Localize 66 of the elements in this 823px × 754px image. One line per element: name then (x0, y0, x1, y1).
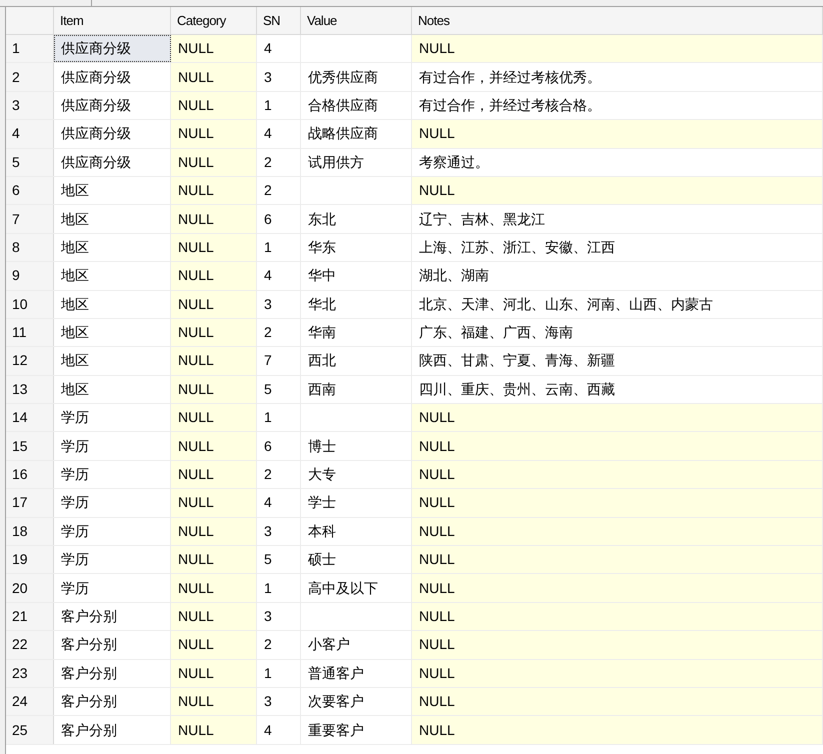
row-number[interactable]: 7 (6, 205, 54, 233)
row-number[interactable]: 22 (6, 631, 54, 659)
row-number[interactable]: 5 (6, 148, 54, 176)
table-cell[interactable]: NULL (171, 234, 257, 262)
table-cell[interactable]: NULL (412, 574, 823, 602)
table-cell[interactable]: NULL (412, 631, 823, 659)
table-cell[interactable]: NULL (412, 404, 823, 432)
table-cell[interactable]: NULL (171, 688, 257, 716)
row-number[interactable]: 14 (6, 404, 54, 432)
table-cell[interactable]: NULL (412, 120, 823, 148)
table-cell[interactable]: NULL (171, 376, 257, 404)
row-number[interactable]: 17 (6, 489, 54, 517)
table-cell[interactable]: NULL (171, 546, 257, 574)
row-number[interactable]: 21 (6, 602, 54, 630)
row-number[interactable]: 9 (6, 262, 54, 290)
table-cell[interactable]: NULL (171, 716, 257, 744)
row-number[interactable]: 19 (6, 546, 54, 574)
row-number[interactable]: 4 (6, 120, 54, 148)
row-number[interactable]: 11 (6, 318, 54, 346)
table-cell[interactable]: NULL (171, 205, 257, 233)
table-cell[interactable]: NULL (412, 660, 823, 687)
table-cell[interactable]: NULL (171, 262, 257, 290)
table-cell[interactable]: NULL (412, 602, 823, 630)
table-cell[interactable]: NULL (171, 489, 257, 517)
table-cell[interactable]: NULL (412, 489, 823, 517)
table-cell[interactable]: NULL (412, 546, 823, 574)
table-cell[interactable]: NULL (171, 347, 257, 375)
row-number[interactable]: 23 (6, 660, 54, 687)
table-cell[interactable]: NULL (171, 631, 257, 659)
table-cell[interactable]: NULL (171, 518, 257, 546)
table-cell[interactable]: 供应商分级 (54, 35, 171, 62)
table-cell[interactable]: NULL (171, 574, 257, 602)
row-number[interactable]: 25 (6, 716, 54, 744)
row-number[interactable]: 18 (6, 518, 54, 546)
table-cell[interactable]: NULL (171, 148, 257, 176)
table-cell[interactable]: NULL (171, 63, 257, 91)
row-number[interactable]: 3 (6, 92, 54, 120)
table-cell[interactable]: NULL (412, 35, 823, 62)
row-number[interactable]: 15 (6, 432, 54, 460)
table-cell[interactable]: NULL (171, 460, 257, 488)
table-cell[interactable]: NULL (171, 290, 257, 318)
row-number[interactable]: 8 (6, 234, 54, 262)
table-cell[interactable]: NULL (412, 716, 823, 744)
table-cell[interactable]: NULL (171, 432, 257, 460)
table-cell[interactable]: NULL (171, 92, 257, 120)
table-cell[interactable]: NULL (412, 688, 823, 716)
row-number[interactable]: 24 (6, 688, 54, 716)
row-number[interactable]: 6 (6, 176, 54, 204)
row-number[interactable]: 2 (6, 63, 54, 91)
table-cell[interactable]: NULL (171, 660, 257, 687)
table-cell[interactable]: NULL (171, 176, 257, 204)
table-cell[interactable]: NULL (412, 176, 823, 204)
table-cell[interactable]: NULL (171, 120, 257, 148)
table-cell[interactable]: NULL (171, 35, 257, 62)
row-number[interactable]: 1 (6, 35, 54, 62)
table-cell[interactable]: NULL (412, 432, 823, 460)
table-cell[interactable]: NULL (412, 518, 823, 546)
row-number[interactable]: 20 (6, 574, 54, 602)
table-cell[interactable]: NULL (171, 318, 257, 346)
table-cell[interactable]: NULL (171, 602, 257, 630)
row-number[interactable]: 13 (6, 376, 54, 404)
table-cell[interactable]: NULL (412, 460, 823, 488)
row-number[interactable]: 12 (6, 347, 54, 375)
row-number[interactable]: 16 (6, 460, 54, 488)
table-cell[interactable]: NULL (171, 404, 257, 432)
row-number[interactable]: 10 (6, 290, 54, 318)
